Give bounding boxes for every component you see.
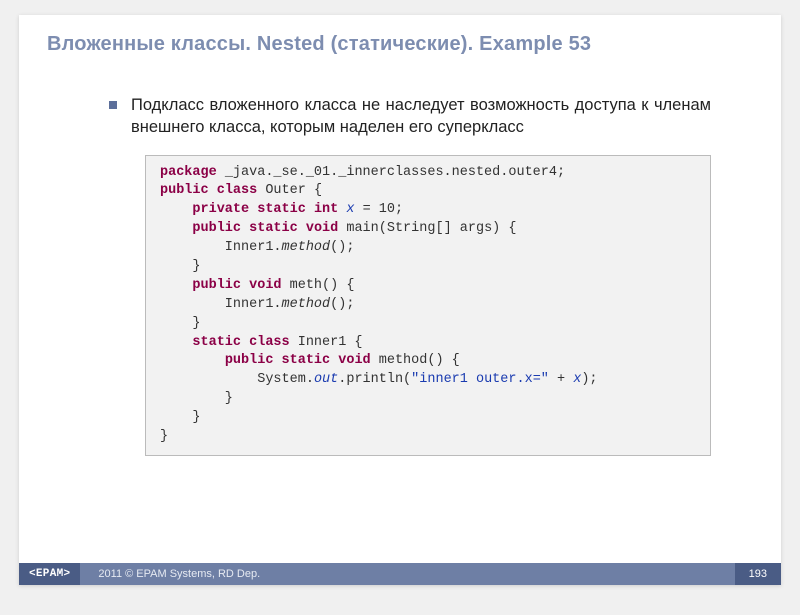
code-text: ); [581, 372, 597, 387]
code-text: System. [160, 372, 314, 387]
code-text: (); [330, 297, 354, 312]
bullet-text: Подкласс вложенного класса не наследует … [131, 94, 711, 139]
code-text: Inner1 { [290, 335, 363, 350]
code-text: } [160, 259, 201, 274]
code-text: (); [330, 240, 354, 255]
logo-text: <EPAM> [29, 568, 70, 580]
bullet-item: Подкласс вложенного класса не наследует … [109, 94, 711, 139]
code-keyword: static [257, 202, 306, 217]
code-text: } [160, 429, 168, 444]
code-keyword: void [338, 353, 370, 368]
code-keyword: private [192, 202, 249, 217]
code-keyword: public [225, 353, 274, 368]
slide-content: Подкласс вложенного класса не наследует … [19, 64, 781, 456]
code-keyword: static class [192, 335, 289, 350]
code-text: = 10; [354, 202, 403, 217]
code-text: Inner1. [160, 240, 282, 255]
code-text: .println( [338, 372, 411, 387]
code-text: } [160, 410, 201, 425]
slide: Вложенные классы. Nested (статические). … [19, 15, 781, 585]
code-method: method [282, 297, 331, 312]
page-number: 193 [735, 563, 781, 585]
code-method: method [282, 240, 331, 255]
code-keyword: static [249, 221, 298, 236]
code-text: main(String[] args) { [338, 221, 516, 236]
code-keyword: int [314, 202, 338, 217]
code-keyword: static [282, 353, 331, 368]
code-keyword: void [306, 221, 338, 236]
logo-badge: <EPAM> [19, 563, 80, 585]
code-string: "inner1 outer.x=" [411, 372, 549, 387]
code-block: package _java._se._01._innerclasses.nest… [145, 155, 711, 456]
slide-title: Вложенные классы. Nested (статические). … [19, 15, 781, 64]
code-keyword: public [192, 278, 241, 293]
code-text: method() { [371, 353, 460, 368]
code-keyword: void [249, 278, 281, 293]
code-field: out [314, 372, 338, 387]
code-keyword: public [192, 221, 241, 236]
code-keyword: public [160, 183, 209, 198]
footer: <EPAM> 2011 © EPAM Systems, RD Dep. 193 [19, 563, 781, 585]
code-keyword: class [217, 183, 258, 198]
code-text: meth() { [282, 278, 355, 293]
code-keyword: package [160, 165, 217, 180]
code-text: Inner1. [160, 297, 282, 312]
code-text: Outer { [257, 183, 322, 198]
code-text: + [549, 372, 573, 387]
code-text: } [160, 316, 201, 331]
code-text: _java._se._01._innerclasses.nested.outer… [217, 165, 565, 180]
code-text: } [160, 391, 233, 406]
bullet-icon [109, 101, 117, 109]
copyright-text: 2011 © EPAM Systems, RD Dep. [80, 568, 734, 580]
